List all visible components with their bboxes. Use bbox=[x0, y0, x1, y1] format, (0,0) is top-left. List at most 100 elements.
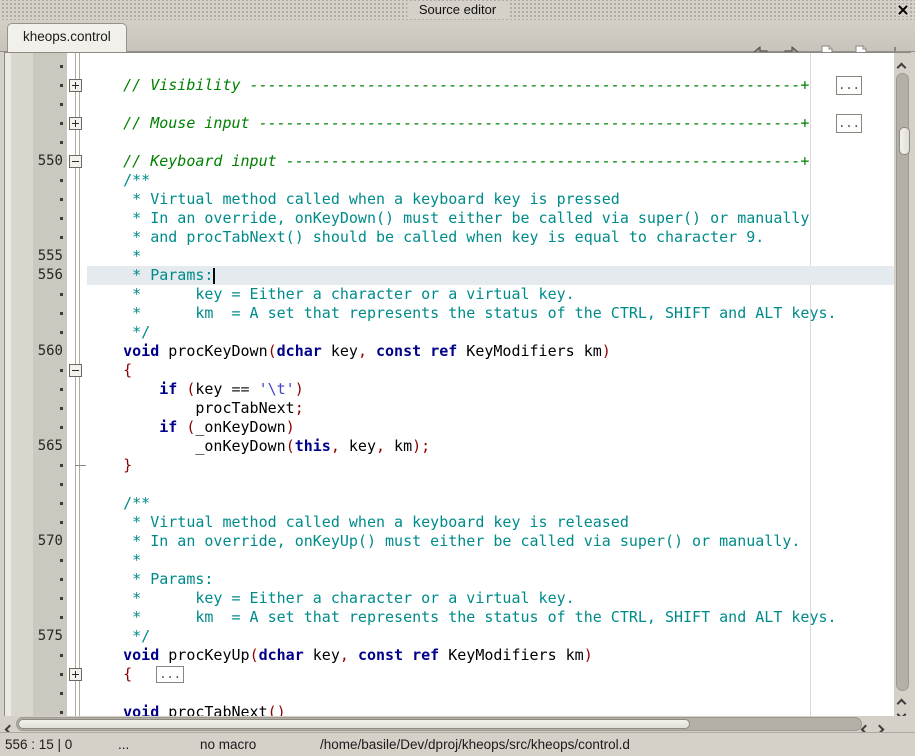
code-line[interactable] bbox=[87, 95, 894, 114]
line-marker[interactable] bbox=[33, 646, 67, 665]
line-marker[interactable] bbox=[33, 494, 67, 513]
line-number[interactable]: 560 bbox=[33, 342, 67, 361]
line-marker[interactable] bbox=[33, 456, 67, 475]
line-marker[interactable] bbox=[33, 171, 67, 190]
code-line[interactable] bbox=[87, 133, 894, 152]
line-marker[interactable] bbox=[33, 114, 67, 133]
line-marker[interactable] bbox=[33, 551, 67, 570]
code-line[interactable]: * Virtual method called when a keyboard … bbox=[87, 513, 894, 532]
marker-gutter[interactable] bbox=[11, 53, 33, 716]
line-marker[interactable] bbox=[33, 380, 67, 399]
line-marker[interactable] bbox=[33, 304, 67, 323]
code-line[interactable]: {... bbox=[87, 665, 894, 684]
line-number[interactable]: 575 bbox=[33, 627, 67, 646]
horizontal-scrollbar[interactable] bbox=[4, 716, 894, 732]
code-line[interactable]: * key = Either a character or a virtual … bbox=[87, 589, 894, 608]
line-marker[interactable] bbox=[33, 703, 67, 716]
line-dot-icon bbox=[60, 407, 63, 410]
line-marker[interactable] bbox=[33, 589, 67, 608]
line-marker[interactable] bbox=[33, 513, 67, 532]
code-line[interactable]: } bbox=[87, 456, 894, 475]
line-marker[interactable] bbox=[33, 684, 67, 703]
fold-collapse-button[interactable] bbox=[69, 364, 82, 377]
line-marker[interactable] bbox=[33, 608, 67, 627]
code-line[interactable]: { bbox=[87, 361, 894, 380]
line-marker[interactable] bbox=[33, 361, 67, 380]
code-line[interactable]: * Params: bbox=[87, 266, 894, 285]
line-number[interactable]: 556 bbox=[33, 266, 67, 285]
line-marker[interactable] bbox=[33, 399, 67, 418]
code-token: * Params: bbox=[87, 570, 213, 588]
line-marker[interactable] bbox=[33, 570, 67, 589]
code-line[interactable]: procTabNext; bbox=[87, 399, 894, 418]
code-area[interactable]: // Visibility --------------------------… bbox=[87, 53, 894, 716]
line-marker[interactable] bbox=[33, 418, 67, 437]
line-number[interactable]: 565 bbox=[33, 437, 67, 456]
fold-gutter[interactable] bbox=[67, 53, 87, 716]
line-marker[interactable] bbox=[33, 76, 67, 95]
code-line[interactable]: if (key == '\t') bbox=[87, 380, 894, 399]
line-marker[interactable] bbox=[33, 475, 67, 494]
code-line[interactable]: * km = A set that represents the status … bbox=[87, 304, 894, 323]
code-token: * In an override, onKeyDown() must eithe… bbox=[87, 209, 809, 227]
code-line[interactable]: * and procTabNext() should be called whe… bbox=[87, 228, 894, 247]
fold-expand-button[interactable] bbox=[69, 117, 82, 130]
code-token: // Keyboard input ----------------------… bbox=[87, 152, 809, 170]
code-line[interactable]: */ bbox=[87, 627, 894, 646]
code-line[interactable]: // Visibility --------------------------… bbox=[87, 76, 894, 95]
code-line[interactable]: // Mouse input -------------------------… bbox=[87, 114, 894, 133]
collapsed-fold-box[interactable]: ... bbox=[836, 114, 862, 133]
code-line[interactable]: * key = Either a character or a virtual … bbox=[87, 285, 894, 304]
code-line[interactable]: _onKeyDown(this, key, km); bbox=[87, 437, 894, 456]
fold-collapse-button[interactable] bbox=[69, 155, 82, 168]
line-number[interactable]: 570 bbox=[33, 532, 67, 551]
horizontal-scrollbar-thumb[interactable] bbox=[18, 719, 690, 729]
code-line[interactable]: * Params: bbox=[87, 570, 894, 589]
code-line[interactable]: /** bbox=[87, 494, 894, 513]
vertical-scrollbar-thumb[interactable] bbox=[899, 127, 910, 155]
code-line[interactable]: * bbox=[87, 247, 894, 266]
line-marker[interactable] bbox=[33, 285, 67, 304]
code-token: * km = A set that represents the status … bbox=[87, 304, 837, 322]
tab-kheops-control[interactable]: kheops.control bbox=[7, 23, 127, 52]
code-line[interactable]: void procTabNext() bbox=[87, 703, 894, 716]
line-number[interactable]: 555 bbox=[33, 247, 67, 266]
fold-expand-button[interactable] bbox=[69, 79, 82, 92]
code-line[interactable]: * In an override, onKeyUp() must either … bbox=[87, 532, 894, 551]
vertical-scrollbar-track[interactable] bbox=[896, 73, 909, 691]
code-token bbox=[87, 418, 159, 436]
code-line[interactable] bbox=[87, 684, 894, 703]
code-token: key bbox=[322, 342, 358, 360]
code-line[interactable]: * bbox=[87, 551, 894, 570]
code-line[interactable]: * Virtual method called when a keyboard … bbox=[87, 190, 894, 209]
line-dot-icon bbox=[60, 711, 63, 714]
code-line[interactable]: // Keyboard input ----------------------… bbox=[87, 152, 894, 171]
line-marker[interactable] bbox=[33, 209, 67, 228]
line-marker[interactable] bbox=[33, 228, 67, 247]
line-number-gutter[interactable]: 550 555556 560 565 570 575 bbox=[33, 53, 67, 716]
line-number[interactable]: 550 bbox=[33, 152, 67, 171]
code-line[interactable] bbox=[87, 57, 894, 76]
collapsed-fold-box[interactable]: ... bbox=[156, 666, 184, 683]
horizontal-scrollbar-track[interactable] bbox=[16, 717, 862, 731]
fold-scope-line bbox=[75, 53, 76, 716]
code-token: { bbox=[123, 665, 132, 683]
code-line[interactable] bbox=[87, 475, 894, 494]
code-line[interactable]: if (_onKeyDown) bbox=[87, 418, 894, 437]
line-marker[interactable] bbox=[33, 323, 67, 342]
code-line[interactable]: */ bbox=[87, 323, 894, 342]
line-marker[interactable] bbox=[33, 133, 67, 152]
code-line[interactable]: /** bbox=[87, 171, 894, 190]
line-marker[interactable] bbox=[33, 190, 67, 209]
code-line[interactable]: void procKeyDown(dchar key, const ref Ke… bbox=[87, 342, 894, 361]
code-line[interactable]: void procKeyUp(dchar key, const ref KeyM… bbox=[87, 646, 894, 665]
vertical-scrollbar[interactable] bbox=[894, 53, 911, 716]
code-line[interactable]: * km = A set that represents the status … bbox=[87, 608, 894, 627]
collapsed-fold-box[interactable]: ... bbox=[836, 76, 862, 95]
code-line[interactable]: * In an override, onKeyDown() must eithe… bbox=[87, 209, 894, 228]
fold-expand-button[interactable] bbox=[69, 668, 82, 681]
line-marker[interactable] bbox=[33, 95, 67, 114]
line-marker[interactable] bbox=[33, 57, 67, 76]
close-button[interactable] bbox=[897, 4, 909, 16]
line-marker[interactable] bbox=[33, 665, 67, 684]
